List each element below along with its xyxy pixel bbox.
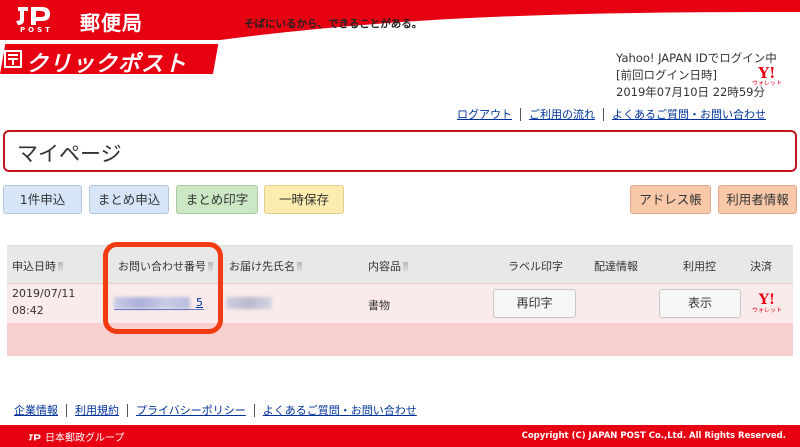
column-header-recipient[interactable]: お届け先氏名 (229, 258, 302, 274)
sort-icon (208, 262, 213, 271)
temp-save-button[interactable]: 一時保存 (264, 185, 344, 214)
privacy-policy-link[interactable]: プライバシーポリシー (127, 404, 254, 417)
post-mark-icon (4, 50, 22, 68)
post-label: POST (20, 26, 53, 34)
bulk-apply-button[interactable]: まとめ申込 (89, 185, 169, 214)
show-receipt-button[interactable]: 表示 (659, 289, 741, 318)
top-links: ログアウト ご利用の流れ よくあるご質問・お問い合わせ (449, 108, 774, 121)
logout-link[interactable]: ログアウト (449, 108, 520, 121)
sort-icon (58, 262, 63, 271)
faq-contact-link[interactable]: よくあるご質問・お問い合わせ (603, 108, 774, 121)
footer-band: 日本郵政グループ Copyright (C) JAPAN POST Co.,Lt… (0, 425, 800, 447)
reprint-button[interactable]: 再印字 (493, 289, 576, 318)
jp-mark-icon (16, 7, 50, 25)
recipient-name-redacted (226, 297, 272, 309)
column-header-payment: 決済 (750, 260, 772, 273)
footer-links: 企業情報 利用規約 プライバシーポリシー よくあるご質問・お問い合わせ (6, 404, 425, 417)
brand-name: クリックポスト (26, 52, 188, 77)
sort-icon (297, 262, 302, 271)
column-header-tracking[interactable]: お問い合わせ番号 (118, 258, 213, 274)
table-row-empty (7, 323, 793, 356)
terms-link[interactable]: 利用規約 (66, 404, 127, 417)
footer-faq-link[interactable]: よくあるご質問・お問い合わせ (253, 404, 425, 417)
japan-post-group-logo[interactable]: 日本郵政グループ (28, 429, 124, 444)
yubinkyoku-title: 郵便局 (80, 11, 143, 35)
tagline: そばにいるから、できることがある。 (244, 18, 423, 30)
japan-post-logo[interactable]: POST (14, 4, 70, 34)
tracking-number-link[interactable]: 5 (196, 296, 203, 309)
row-contents: 書物 (368, 299, 390, 312)
address-book-button[interactable]: アドレス帳 (630, 185, 711, 214)
yahoo-wallet-payment-icon: Y! ウォレット (752, 292, 783, 314)
jp-mark-icon (28, 433, 41, 440)
yahoo-wallet-icon: Y! ウォレット (752, 64, 783, 88)
column-header-delivery: 配達情報 (594, 260, 638, 273)
column-header-contents[interactable]: 内容品 (368, 258, 408, 274)
page-title-box: マイページ (3, 130, 797, 172)
row-time: 08:42 (12, 304, 44, 317)
user-info-button[interactable]: 利用者情報 (718, 185, 797, 214)
usage-flow-link[interactable]: ご利用の流れ (520, 108, 603, 121)
clickpost-logo[interactable]: クリックポスト (0, 44, 219, 77)
column-header-receipt: 利用控 (683, 260, 716, 273)
column-header-label-print: ラベル印字 (508, 260, 563, 273)
copyright: Copyright (C) JAPAN POST Co.,Ltd. All Ri… (521, 431, 786, 441)
page-title: マイページ (17, 142, 122, 166)
column-header-date[interactable]: 申込日時 (12, 258, 63, 274)
single-apply-button[interactable]: 1件申込 (3, 185, 82, 214)
tracking-number-redacted (114, 297, 190, 309)
company-info-link[interactable]: 企業情報 (6, 404, 66, 417)
sort-icon (403, 262, 408, 271)
bulk-print-button[interactable]: まとめ印字 (176, 185, 258, 214)
row-date: 2019/07/11 (12, 287, 76, 300)
